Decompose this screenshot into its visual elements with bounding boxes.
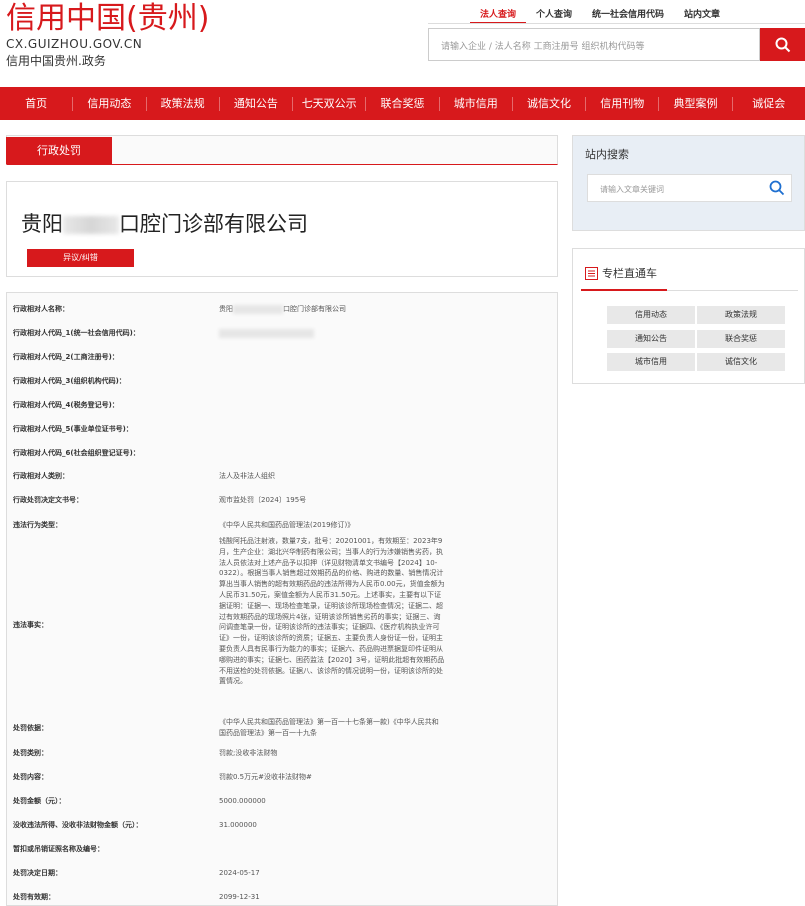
site-domain: CX.GUIZHOU.GOV.CN	[6, 37, 143, 51]
site-subtitle: 信用中国贵州.政务	[6, 54, 106, 68]
column-shortcut-panel: 专栏直通车 信用动态 政策法规 通知公告 联合奖惩 城市信用 诚信文化	[572, 248, 805, 384]
search-icon[interactable]	[769, 180, 785, 196]
detail-label: 行政相对人名称：	[13, 305, 69, 313]
search-icon	[775, 37, 790, 52]
redacted-text	[63, 216, 119, 234]
detail-label: 行政相对人代码_5(事业单位证书号)：	[13, 425, 133, 433]
detail-value: 2024-05-17	[219, 869, 260, 877]
detail-label: 行政相对人代码_4(税务登记号)：	[13, 401, 119, 409]
detail-label: 违法事实：	[13, 621, 48, 629]
nav-seven-day[interactable]: 七天双公示	[292, 96, 365, 111]
detail-label: 处罚内容：	[13, 773, 48, 781]
detail-label: 没收违法所得、没收非法财物金额（元）：	[13, 821, 143, 829]
detail-label: 行政处罚决定文书号：	[13, 496, 83, 504]
detail-value: 《中华人民共和国药品管理法(2019修订)》	[219, 521, 355, 529]
detail-value: 5000.000000	[219, 797, 266, 805]
search-type-tabs: 法人查询 个人查询 统一社会信用代码 站内文章	[470, 5, 730, 24]
detail-value: 《中华人民共和国药品管理法》第一百一十七条第一款)《中华人民共和国药品管理法》第…	[219, 718, 439, 737]
tabs-divider	[428, 23, 805, 24]
detail-label: 行政相对人代码_3(组织机构代码)：	[13, 377, 126, 385]
nav-integrity-culture[interactable]: 诚信文化	[511, 96, 585, 111]
detail-label: 处罚金额（元）：	[13, 797, 66, 805]
company-name-suffix: 口腔门诊部有限公司	[119, 212, 308, 236]
nav-home[interactable]: 首页	[0, 97, 72, 111]
tab-site-articles[interactable]: 站内文章	[674, 5, 730, 24]
nav-policy[interactable]: 政策法规	[145, 96, 219, 111]
nav-notices[interactable]: 通知公告	[218, 96, 292, 111]
nav-joint-reward[interactable]: 联合奖惩	[365, 96, 438, 111]
detail-value: 钱酸阿托品注射液，数量7支，批号：20201001，有效期至：2023年9月，生…	[219, 537, 445, 686]
list-icon	[585, 266, 598, 280]
tab-administrative-penalty[interactable]: 行政处罚	[6, 137, 112, 164]
detail-value: 罚款;没收非法财物	[219, 749, 278, 757]
detail-label: 暂扣或吊销证照名称及编号：	[13, 845, 104, 853]
shortcut-city-credit[interactable]: 城市信用	[607, 353, 695, 371]
shortcut-credit-news[interactable]: 信用动态	[607, 306, 695, 324]
detail-label: 处罚决定日期：	[13, 869, 62, 877]
penalty-detail-table: 行政相对人名称： 贵阳 口腔门诊部有限公司 行政相对人代码_1(统一社会信用代码)…	[6, 292, 558, 906]
detail-value: 法人及非法人组织	[219, 472, 275, 480]
company-name: 贵阳 口腔门诊部有限公司	[21, 208, 308, 238]
detail-value: 观市监处罚〔2024〕195号	[219, 496, 307, 504]
title-underline	[581, 289, 667, 291]
column-title-text: 专栏直通车	[602, 267, 657, 280]
detail-value: 罚款0.5万元#没收非法财物#	[219, 773, 312, 781]
redacted-text	[233, 304, 283, 314]
detail-label: 行政相对人类别：	[13, 472, 69, 480]
detail-label: 处罚依据：	[13, 724, 48, 732]
objection-button[interactable]: 异议/纠错	[27, 249, 134, 267]
site-search-panel: 站内搜索 请输入文章关键词	[572, 135, 805, 231]
main-search-button[interactable]	[760, 28, 805, 61]
shortcut-joint-reward[interactable]: 联合奖惩	[697, 330, 785, 348]
nav-cases[interactable]: 典型案例	[658, 96, 731, 111]
redacted-text	[219, 328, 314, 338]
nav-credit-news[interactable]: 信用动态	[72, 96, 145, 111]
site-logo-title[interactable]: 信用中国(贵州)	[6, 0, 209, 38]
tab-credit-code[interactable]: 统一社会信用代码	[582, 5, 674, 24]
detail-label: 处罚类别：	[13, 749, 48, 757]
detail-value	[219, 328, 445, 339]
nav-publications[interactable]: 信用刊物	[585, 96, 658, 111]
main-search-input[interactable]: 请输入企业 / 法人名称 工商注册号 组织机构代码等	[428, 28, 760, 61]
shortcut-policy[interactable]: 政策法规	[697, 306, 785, 324]
detail-value: 贵阳 口腔门诊部有限公司	[219, 304, 346, 314]
site-search-title: 站内搜索	[585, 148, 629, 161]
detail-label: 违法行为类型：	[13, 521, 62, 529]
detail-label: 行政相对人代码_2(工商注册号)：	[13, 353, 119, 361]
company-header: 贵阳 口腔门诊部有限公司 异议/纠错	[6, 181, 558, 277]
detail-value: 31.000000	[219, 821, 257, 829]
main-nav: 首页 信用动态 政策法规 通知公告 七天双公示 联合奖惩 城市信用 诚信文化 信…	[0, 87, 805, 120]
detail-label: 行政相对人代码_6(社会组织登记证号)：	[13, 449, 140, 457]
detail-label: 行政相对人代码_1(统一社会信用代码)：	[13, 329, 140, 337]
nav-city-credit[interactable]: 城市信用	[438, 96, 512, 111]
company-name-prefix: 贵阳	[21, 212, 63, 236]
site-search-input[interactable]: 请输入文章关键词	[587, 174, 792, 202]
shortcut-integrity-culture[interactable]: 诚信文化	[697, 353, 785, 371]
tab-individual[interactable]: 个人查询	[526, 5, 582, 24]
shortcut-notices[interactable]: 通知公告	[607, 330, 695, 348]
detail-label: 处罚有效期：	[13, 893, 55, 901]
nav-association[interactable]: 诚促会	[731, 96, 805, 111]
column-title: 专栏直通车	[585, 265, 657, 281]
detail-value: 2099-12-31	[219, 893, 260, 901]
tab-legal-person[interactable]: 法人查询	[470, 5, 527, 24]
